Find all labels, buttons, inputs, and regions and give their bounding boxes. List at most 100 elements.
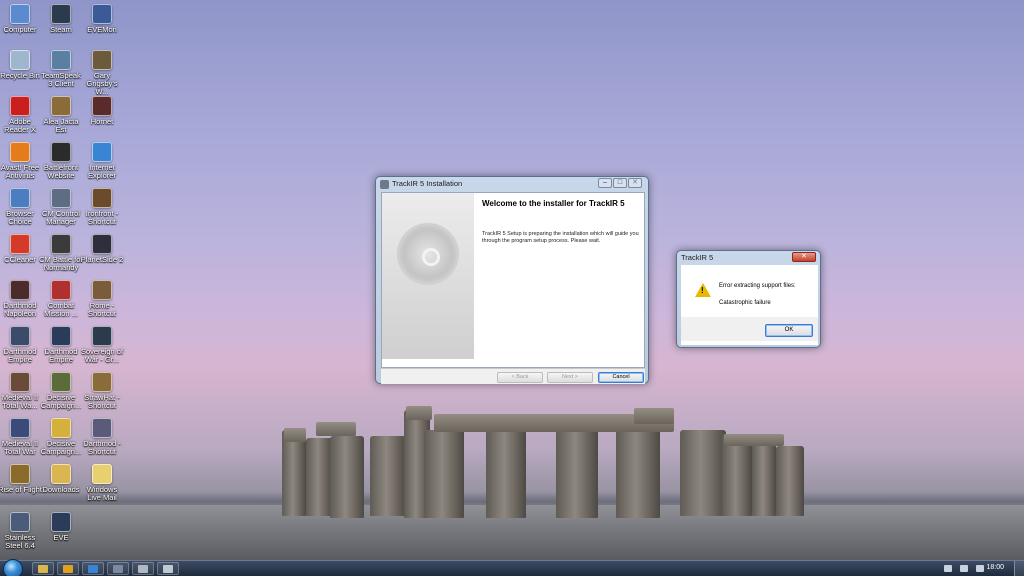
desktop-icon[interactable]: Medieval II Total War: [0, 418, 42, 456]
game-icon: [92, 326, 112, 346]
taskbar-item[interactable]: [157, 562, 179, 575]
desktop-icon[interactable]: StrawHat - Shortcut: [80, 372, 124, 410]
media-player-icon: [63, 565, 73, 573]
explorer-folder-icon: [38, 565, 48, 573]
desktop-icon-label: Battlefront Website: [43, 163, 79, 180]
show-desktop-button[interactable]: [1014, 561, 1024, 576]
action-center-icon[interactable]: [944, 565, 952, 572]
ok-button[interactable]: OK: [765, 324, 813, 337]
cancel-button[interactable]: Cancel: [598, 372, 644, 383]
desktop-icon[interactable]: Stainless Steel 6.4: [0, 512, 42, 550]
desktop-icon[interactable]: Hornet: [80, 96, 124, 126]
desktop-icon[interactable]: Darthmod Empire: [39, 326, 83, 364]
desktop-icon[interactable]: Darthmod Empire: [0, 326, 42, 364]
desktop-icon-label: Decisive Campaign...: [40, 439, 82, 456]
taskbar: 18:00: [0, 559, 1024, 576]
game-icon: [10, 326, 30, 346]
desktop-icon-label: Decisive Campaign...: [40, 393, 82, 410]
error-message: Error extracting support files:: [719, 283, 796, 289]
desktop-icon[interactable]: Darthmod - Shortcut: [80, 418, 124, 456]
desktop-icon-label: Alea Jacta Est: [43, 117, 79, 134]
taskbar-item[interactable]: [82, 562, 104, 575]
desktop-icon[interactable]: CM Battle for Normandy: [39, 234, 83, 272]
warning-mark: !: [701, 286, 704, 295]
start-button[interactable]: [3, 559, 23, 576]
desktop-icon[interactable]: EVE: [39, 512, 83, 542]
error-titlebar[interactable]: TrackIR 5 ✕: [677, 251, 820, 265]
minimize-icon[interactable]: –: [598, 178, 612, 188]
desktop-icon[interactable]: Windows Live Mail: [80, 464, 124, 502]
desktop-icon-label: Windows Live Mail: [86, 485, 118, 502]
error-detail: Catastrophic failure: [719, 300, 771, 306]
volume-icon[interactable]: [976, 565, 984, 572]
desktop-icon[interactable]: Darthmod Napoleon: [0, 280, 42, 318]
desktop-icon-label: Hornet: [90, 117, 114, 126]
desktop-icon[interactable]: Recycle Bin: [0, 50, 42, 80]
game-icon: [51, 96, 71, 116]
computer-icon: [10, 4, 30, 24]
taskbar-item[interactable]: [132, 562, 154, 575]
browser-choice-icon: [10, 188, 30, 208]
desktop-icon-label: Stainless Steel 6.4: [4, 533, 36, 550]
battlefront-icon: [51, 142, 71, 162]
desktop-icon-label: Adobe Reader X: [4, 117, 36, 134]
teamspeak-icon: [51, 50, 71, 70]
desktop-icon[interactable]: CCleaner: [0, 234, 42, 264]
desktop-icon[interactable]: Decisive Campaign...: [39, 372, 83, 410]
desktop-icon-label: StrawHat - Shortcut: [84, 393, 120, 410]
game-icon: [10, 372, 30, 392]
game-icon: [10, 418, 30, 438]
close-icon[interactable]: ✕: [628, 178, 642, 188]
desktop-icon[interactable]: Gary Grigsby's W...: [80, 50, 124, 96]
installer-window[interactable]: TrackIR 5 Installation – □ ✕ Welcome to …: [375, 176, 649, 384]
back-button[interactable]: < Back: [497, 372, 543, 383]
close-icon[interactable]: ✕: [792, 252, 816, 262]
installer-description: TrackIR 5 Setup is preparing the install…: [482, 231, 639, 244]
desktop-icon-label: Computer: [3, 25, 37, 34]
trackir-logo-icon: [397, 223, 459, 285]
desktop-icon[interactable]: Adobe Reader X: [0, 96, 42, 134]
desktop-icon[interactable]: Rome - Shortcut: [80, 280, 124, 318]
clock[interactable]: 18:00: [986, 564, 1004, 571]
desktop-icon[interactable]: Sovereign of War - Gr...: [80, 326, 124, 364]
network-icon[interactable]: [960, 565, 968, 572]
error-dialog[interactable]: TrackIR 5 ✕ ! Error extracting support f…: [676, 250, 821, 348]
desktop-icon[interactable]: Alea Jacta Est: [39, 96, 83, 134]
desktop-icon[interactable]: Browser Choice: [0, 188, 42, 226]
desktop-icon[interactable]: Medieval II Total Wa...: [0, 372, 42, 410]
error-title: TrackIR 5: [681, 253, 714, 262]
desktop-icon-label: Browser Choice: [6, 209, 34, 226]
desktop-icon-label: Ironfront - Shortcut: [85, 209, 119, 226]
desktop-icon[interactable]: EVEMon: [80, 4, 124, 34]
desktop-icon[interactable]: Steam: [39, 4, 83, 34]
desktop-icon[interactable]: PlanetSide 2: [80, 234, 124, 264]
desktop-icon[interactable]: Rise of Flight: [0, 464, 42, 494]
game-icon: [51, 372, 71, 392]
desktop-icon-label: Rome - Shortcut: [88, 301, 116, 318]
desktop-icon[interactable]: Decisive Campaign...: [39, 418, 83, 456]
taskbar-item[interactable]: [57, 562, 79, 575]
desktop-icon[interactable]: Combat Mission ...: [39, 280, 83, 318]
eve-icon: [51, 512, 71, 532]
taskbar-item[interactable]: [32, 562, 54, 575]
desktop-icon[interactable]: Internet Explorer: [80, 142, 124, 180]
installer-heading: Welcome to the installer for TrackIR 5: [482, 199, 625, 208]
taskbar-item[interactable]: [107, 562, 129, 575]
desktop-icon[interactable]: Computer: [0, 4, 42, 34]
planetside-icon: [92, 234, 112, 254]
internet-explorer-icon: [88, 565, 98, 573]
desktop-icon[interactable]: TeamSpeak 3 Client: [39, 50, 83, 88]
desktop-icon-label: Darthmod - Shortcut: [83, 439, 121, 456]
desktop-icon[interactable]: Battlefront Website: [39, 142, 83, 180]
game-icon: [92, 372, 112, 392]
desktop-icon[interactable]: CM Control Manager: [39, 188, 83, 226]
desktop-icon-label: Sovereign of War - Gr...: [80, 347, 124, 364]
next-button[interactable]: Next >: [547, 372, 593, 383]
installer-titlebar[interactable]: TrackIR 5 Installation – □ ✕: [376, 177, 648, 191]
desktop-icon[interactable]: Avast! Free Antivirus: [0, 142, 42, 180]
desktop-icon[interactable]: Ironfront - Shortcut: [80, 188, 124, 226]
game-icon: [92, 188, 112, 208]
desktop-icon[interactable]: Downloads: [39, 464, 83, 494]
maximize-icon[interactable]: □: [613, 178, 627, 188]
installer-banner: [382, 193, 474, 359]
